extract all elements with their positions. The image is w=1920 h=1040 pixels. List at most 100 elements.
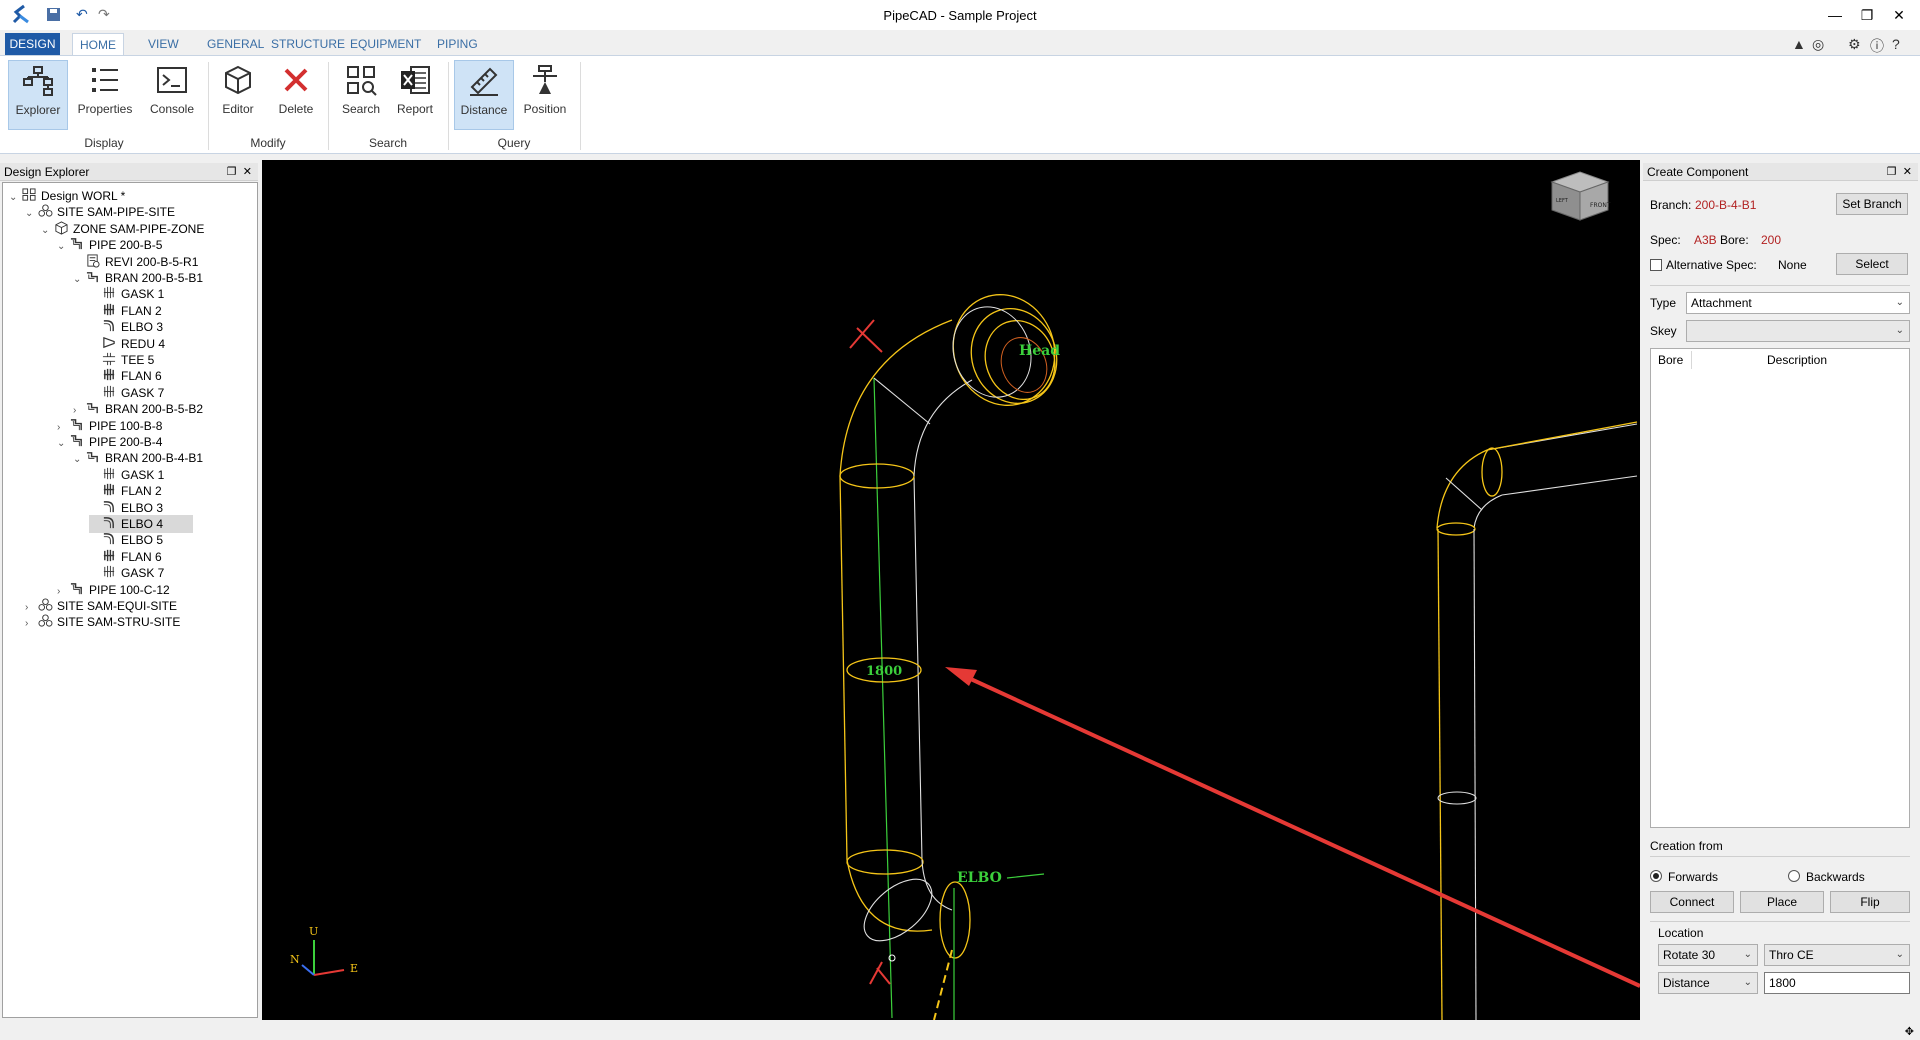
type-combo[interactable]: Attachment ⌄ — [1686, 292, 1910, 314]
tree-item[interactable]: REVI 200-B-5-R1 — [73, 253, 198, 271]
backwards-radio[interactable] — [1788, 870, 1800, 882]
right-elbow-weld — [1445, 477, 1483, 511]
tab-equipment[interactable]: EQUIPMENT — [350, 33, 421, 55]
chevron-down-icon[interactable]: ⌄ — [25, 205, 37, 223]
column-bore[interactable]: Bore — [1658, 353, 1683, 367]
chevron-right-icon[interactable]: › — [25, 615, 37, 633]
right-elbow-inner — [1473, 494, 1503, 529]
tree-item[interactable]: ELBO 5 — [89, 531, 163, 549]
component-list[interactable]: Bore Description — [1650, 348, 1910, 828]
search-button[interactable]: Search — [336, 60, 386, 130]
select-button[interactable]: Select — [1836, 253, 1908, 275]
report-button[interactable]: Report — [390, 60, 440, 130]
tree-item[interactable]: FLAN 2 — [89, 302, 162, 320]
flip-button[interactable]: Flip — [1830, 891, 1910, 913]
branch-icon — [86, 452, 98, 463]
console-button[interactable]: Console — [144, 60, 200, 130]
set-branch-button[interactable]: Set Branch — [1836, 193, 1908, 215]
tree-item[interactable]: ⌄ BRAN 200-B-4-B1 — [73, 449, 203, 467]
tree-item[interactable]: ELBO 3 — [89, 499, 163, 517]
alternative-spec-checkbox[interactable] — [1650, 259, 1662, 271]
explorer-button[interactable]: Explorer — [8, 60, 68, 130]
tab-piping[interactable]: PIPING — [437, 33, 478, 55]
distance-input[interactable]: 1800 — [1764, 972, 1910, 994]
settings-icon[interactable]: ⚙ — [1848, 36, 1861, 53]
pipe-icon — [70, 418, 82, 430]
restore-button[interactable]: ❐ — [1852, 3, 1882, 27]
tree-item[interactable]: TEE 5 — [89, 351, 154, 369]
tree-item[interactable]: FLAN 2 — [89, 482, 162, 500]
tree-item[interactable]: › PIPE 100-C-12 — [57, 581, 170, 599]
ribbon-tabs: DESIGN HOME VIEW GENERAL STRUCTURE EQUIP… — [0, 33, 1920, 56]
tree-item[interactable]: ⌄ BRAN 200-B-5-B1 — [73, 269, 203, 287]
chevron-down-icon[interactable]: ⌄ — [57, 435, 69, 453]
tab-design[interactable]: DESIGN — [5, 33, 60, 55]
forwards-radio[interactable] — [1650, 870, 1662, 882]
tab-structure[interactable]: STRUCTURE — [271, 33, 345, 55]
collapse-ribbon-icon[interactable]: ▲ — [1792, 36, 1806, 52]
tree-item[interactable]: › SITE SAM-STRU-SITE — [25, 613, 180, 631]
tree-item[interactable]: GASK 1 — [89, 466, 164, 484]
delete-button[interactable]: Delete — [272, 60, 320, 130]
distance-mode-combo[interactable]: Distance ⌄ — [1658, 972, 1758, 994]
tree-item[interactable]: › BRAN 200-B-5-B2 — [73, 400, 203, 418]
close-button[interactable]: ✕ — [1884, 3, 1914, 27]
chevron-down-icon[interactable]: ⌄ — [57, 238, 69, 256]
tree-item[interactable]: › SITE SAM-EQUI-SITE — [25, 597, 177, 615]
chevron-down-icon[interactable]: ⌄ — [73, 451, 85, 469]
tree-item[interactable]: REDU 4 — [89, 335, 165, 353]
tree-item-label: GASK 7 — [121, 566, 165, 581]
view-cube[interactable]: FRONT LEFT — [1550, 171, 1611, 221]
ribbon: Explorer Properties Console Editor Delet… — [0, 55, 1920, 154]
position-button[interactable]: Position — [518, 60, 572, 130]
tree-item[interactable]: ⌄ SITE SAM-PIPE-SITE — [25, 203, 175, 221]
divider — [1650, 921, 1910, 922]
tree-item[interactable]: FLAN 6 — [89, 367, 162, 385]
tree-item[interactable]: ⌄ Design WORL * — [9, 187, 125, 205]
resize-grip-icon[interactable]: ✥ — [1905, 1025, 1914, 1038]
zone-icon — [55, 221, 68, 235]
minimize-button[interactable]: — — [1820, 3, 1850, 27]
properties-icon — [92, 68, 118, 92]
tree-item[interactable]: GASK 1 — [89, 285, 164, 303]
3d-viewport[interactable]: Head ELBO 1800 U N E FRONT LEFT — [262, 160, 1641, 1021]
tree-item[interactable]: ELBO 3 — [89, 318, 163, 336]
chevron-down-icon[interactable]: ⌄ — [9, 189, 21, 207]
skey-combo[interactable]: ⌄ — [1686, 320, 1910, 342]
place-button[interactable]: Place — [1740, 891, 1824, 913]
tree-item-label: PIPE 200-B-5 — [89, 238, 163, 253]
connect-button[interactable]: Connect — [1650, 891, 1734, 913]
tab-general[interactable]: GENERAL — [207, 33, 264, 55]
tab-view[interactable]: VIEW — [148, 33, 179, 55]
design-explorer-tree[interactable]: ⌄ Design WORL * ⌄ SITE SAM-PIPE-SITE ⌄ ZONE S… — [2, 182, 258, 1018]
editor-icon — [225, 65, 251, 95]
right-pipe-right-edge — [1473, 528, 1477, 1021]
editor-button[interactable]: Editor — [214, 60, 262, 130]
distance-ruler-icon — [470, 67, 498, 96]
rotate-combo[interactable]: Rotate 30 ⌄ — [1658, 944, 1758, 966]
tree-item[interactable]: GASK 7 — [89, 564, 164, 582]
tree-item[interactable]: ⌄ PIPE 200-B-4 — [57, 433, 162, 451]
status-bar: ✥ — [0, 1025, 1920, 1040]
excel-report-icon — [401, 66, 430, 94]
tree-item[interactable]: › PIPE 100-B-8 — [57, 417, 162, 435]
tree-item[interactable]: FLAN 6 — [89, 548, 162, 566]
tree-item[interactable]: ⌄ ZONE SAM-PIPE-ZONE — [41, 220, 204, 238]
column-description[interactable]: Description — [1767, 353, 1827, 367]
chevron-down-icon[interactable]: ⌄ — [41, 222, 53, 240]
tab-home[interactable]: HOME — [72, 33, 124, 56]
thro-combo[interactable]: Thro CE ⌄ — [1764, 944, 1910, 966]
theme-icon[interactable]: ◎ — [1812, 36, 1824, 53]
panel-float-close-icons[interactable]: ❐ ✕ — [227, 163, 252, 181]
tree-item[interactable]: GASK 7 — [89, 384, 164, 402]
panel-float-close-icons[interactable]: ❐ ✕ — [1887, 163, 1912, 181]
tree-item[interactable]: ELBO 4 — [89, 515, 194, 533]
tree-item[interactable]: ⌄ PIPE 200-B-5 — [57, 236, 162, 254]
distance-button[interactable]: Distance — [454, 60, 514, 130]
flange-icon — [103, 369, 115, 381]
info-icon[interactable]: ⓘ — [1870, 36, 1884, 56]
tree-item-label: SITE SAM-STRU-SITE — [57, 615, 181, 630]
help-icon[interactable]: ? — [1892, 36, 1900, 52]
chevron-down-icon[interactable]: ⌄ — [73, 271, 85, 289]
properties-button[interactable]: Properties — [72, 60, 138, 130]
